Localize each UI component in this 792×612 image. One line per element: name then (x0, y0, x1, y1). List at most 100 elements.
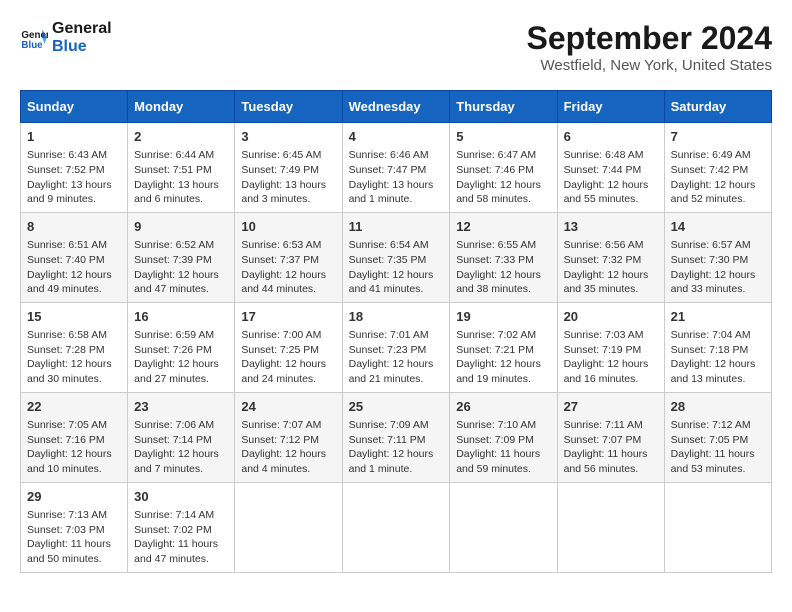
calendar-cell: 15Sunrise: 6:58 AMSunset: 7:28 PMDayligh… (21, 302, 128, 392)
day-info: Sunrise: 7:02 AMSunset: 7:21 PMDaylight:… (456, 328, 550, 387)
week-row-1: 1Sunrise: 6:43 AMSunset: 7:52 PMDaylight… (21, 123, 772, 213)
day-number: 23 (134, 398, 228, 416)
calendar-cell: 17 Sunrise: 7:00 AMSunset: 7:25 PMDayligh… (235, 302, 342, 392)
calendar-cell (342, 482, 450, 572)
day-info: Sunrise: 6:49 AMSunset: 7:42 PMDaylight:… (671, 148, 765, 207)
day-info: Sunrise: 6:43 AMSunset: 7:52 PMDaylight:… (27, 148, 121, 207)
calendar-cell: 1Sunrise: 6:43 AMSunset: 7:52 PMDaylight… (21, 123, 128, 213)
calendar-cell: 24Sunrise: 7:07 AMSunset: 7:12 PMDayligh… (235, 392, 342, 482)
header-wednesday: Wednesday (342, 91, 450, 123)
header-friday: Friday (557, 91, 664, 123)
calendar-cell: 26 Sunrise: 7:10 AMSunset: 7:09 PMDayligh… (450, 392, 557, 482)
logo: General Blue General Blue (20, 20, 112, 55)
day-number: 5 (456, 128, 550, 146)
calendar-cell: 12Sunrise: 6:55 AMSunset: 7:33 PMDayligh… (450, 212, 557, 302)
calendar-cell: 18 Sunrise: 7:01 AMSunset: 7:23 PMDayligh… (342, 302, 450, 392)
logo-line1: General (52, 20, 112, 38)
calendar-cell: 6 Sunrise: 6:48 AMSunset: 7:44 PMDaylight… (557, 123, 664, 213)
day-info: Sunrise: 7:05 AMSunset: 7:16 PMDaylight:… (27, 418, 121, 477)
svg-text:Blue: Blue (21, 39, 43, 50)
day-number: 3 (241, 128, 335, 146)
page-header: General Blue General Blue September 2024… (20, 20, 772, 74)
day-number: 19 (456, 308, 550, 326)
calendar-cell: 11 Sunrise: 6:54 AMSunset: 7:35 PMDayligh… (342, 212, 450, 302)
header-tuesday: Tuesday (235, 91, 342, 123)
day-number: 24 (241, 398, 335, 416)
week-row-2: 8Sunrise: 6:51 AMSunset: 7:40 PMDaylight… (21, 212, 772, 302)
day-number: 16 (134, 308, 228, 326)
day-number: 11 (349, 218, 444, 236)
week-row-5: 29Sunrise: 7:13 AMSunset: 7:03 PMDayligh… (21, 482, 772, 572)
day-number: 17 (241, 308, 335, 326)
week-row-4: 22 Sunrise: 7:05 AMSunset: 7:16 PMDayligh… (21, 392, 772, 482)
day-info: Sunrise: 6:55 AMSunset: 7:33 PMDaylight:… (456, 238, 550, 297)
day-info: Sunrise: 6:48 AMSunset: 7:44 PMDaylight:… (564, 148, 658, 207)
day-number: 20 (564, 308, 658, 326)
day-info: Sunrise: 7:04 AMSunset: 7:18 PMDaylight:… (671, 328, 765, 387)
header-saturday: Saturday (664, 91, 771, 123)
header-monday: Monday (128, 91, 235, 123)
calendar-header: Sunday Monday Tuesday Wednesday Thursday… (21, 91, 772, 123)
title-section: September 2024 Westfield, New York, Unit… (527, 20, 772, 74)
calendar-cell: 30 Sunrise: 7:14 AMSunset: 7:02 PMDayligh… (128, 482, 235, 572)
logo-icon: General Blue (20, 24, 48, 52)
calendar-cell: 4 Sunrise: 6:46 AMSunset: 7:47 PMDaylight… (342, 123, 450, 213)
day-number: 7 (671, 128, 765, 146)
calendar-cell (664, 482, 771, 572)
day-info: Sunrise: 7:00 AMSunset: 7:25 PMDaylight:… (241, 328, 335, 387)
page-subtitle: Westfield, New York, United States (527, 57, 772, 74)
calendar-table: Sunday Monday Tuesday Wednesday Thursday… (20, 90, 772, 573)
day-number: 22 (27, 398, 121, 416)
day-info: Sunrise: 6:46 AMSunset: 7:47 PMDaylight:… (349, 148, 444, 207)
calendar-cell: 23 Sunrise: 7:06 AMSunset: 7:14 PMDayligh… (128, 392, 235, 482)
day-number: 4 (349, 128, 444, 146)
day-number: 9 (134, 218, 228, 236)
day-info: Sunrise: 7:06 AMSunset: 7:14 PMDaylight:… (134, 418, 228, 477)
calendar-cell: 16 Sunrise: 6:59 AMSunset: 7:26 PMDayligh… (128, 302, 235, 392)
page-title: September 2024 (527, 20, 772, 57)
day-info: Sunrise: 7:11 AMSunset: 7:07 PMDaylight:… (564, 418, 658, 477)
day-info: Sunrise: 7:12 AMSunset: 7:05 PMDaylight:… (671, 418, 765, 477)
day-number: 6 (564, 128, 658, 146)
day-number: 18 (349, 308, 444, 326)
week-row-3: 15Sunrise: 6:58 AMSunset: 7:28 PMDayligh… (21, 302, 772, 392)
header-sunday: Sunday (21, 91, 128, 123)
calendar-cell: 27 Sunrise: 7:11 AMSunset: 7:07 PMDayligh… (557, 392, 664, 482)
day-number: 13 (564, 218, 658, 236)
day-info: Sunrise: 7:01 AMSunset: 7:23 PMDaylight:… (349, 328, 444, 387)
day-number: 26 (456, 398, 550, 416)
day-info: Sunrise: 7:03 AMSunset: 7:19 PMDaylight:… (564, 328, 658, 387)
calendar-cell (235, 482, 342, 572)
day-info: Sunrise: 7:14 AMSunset: 7:02 PMDaylight:… (134, 508, 228, 567)
day-info: Sunrise: 6:54 AMSunset: 7:35 PMDaylight:… (349, 238, 444, 297)
logo-line2: Blue (52, 38, 112, 56)
day-number: 28 (671, 398, 765, 416)
day-info: Sunrise: 7:10 AMSunset: 7:09 PMDaylight:… (456, 418, 550, 477)
day-info: Sunrise: 6:47 AMSunset: 7:46 PMDaylight:… (456, 148, 550, 207)
calendar-cell: 14Sunrise: 6:57 AMSunset: 7:30 PMDayligh… (664, 212, 771, 302)
day-number: 25 (349, 398, 444, 416)
day-number: 8 (27, 218, 121, 236)
day-info: Sunrise: 6:59 AMSunset: 7:26 PMDaylight:… (134, 328, 228, 387)
day-number: 21 (671, 308, 765, 326)
calendar-cell (557, 482, 664, 572)
calendar-cell: 22 Sunrise: 7:05 AMSunset: 7:16 PMDayligh… (21, 392, 128, 482)
day-info: Sunrise: 7:13 AMSunset: 7:03 PMDaylight:… (27, 508, 121, 567)
day-number: 14 (671, 218, 765, 236)
calendar-cell: 25 Sunrise: 7:09 AMSunset: 7:11 PMDayligh… (342, 392, 450, 482)
calendar-cell: 29Sunrise: 7:13 AMSunset: 7:03 PMDayligh… (21, 482, 128, 572)
calendar-cell: 28 Sunrise: 7:12 AMSunset: 7:05 PMDayligh… (664, 392, 771, 482)
day-number: 2 (134, 128, 228, 146)
day-info: Sunrise: 6:44 AMSunset: 7:51 PMDaylight:… (134, 148, 228, 207)
calendar-cell: 5 Sunrise: 6:47 AMSunset: 7:46 PMDaylight… (450, 123, 557, 213)
day-info: Sunrise: 6:56 AMSunset: 7:32 PMDaylight:… (564, 238, 658, 297)
day-info: Sunrise: 6:53 AMSunset: 7:37 PMDaylight:… (241, 238, 335, 297)
calendar-body: 1Sunrise: 6:43 AMSunset: 7:52 PMDaylight… (21, 123, 772, 573)
day-number: 27 (564, 398, 658, 416)
calendar-cell: 20 Sunrise: 7:03 AMSunset: 7:19 PMDayligh… (557, 302, 664, 392)
day-number: 30 (134, 488, 228, 506)
day-info: Sunrise: 6:45 AMSunset: 7:49 PMDaylight:… (241, 148, 335, 207)
day-number: 15 (27, 308, 121, 326)
calendar-cell: 3 Sunrise: 6:45 AMSunset: 7:49 PMDaylight… (235, 123, 342, 213)
day-info: Sunrise: 7:09 AMSunset: 7:11 PMDaylight:… (349, 418, 444, 477)
